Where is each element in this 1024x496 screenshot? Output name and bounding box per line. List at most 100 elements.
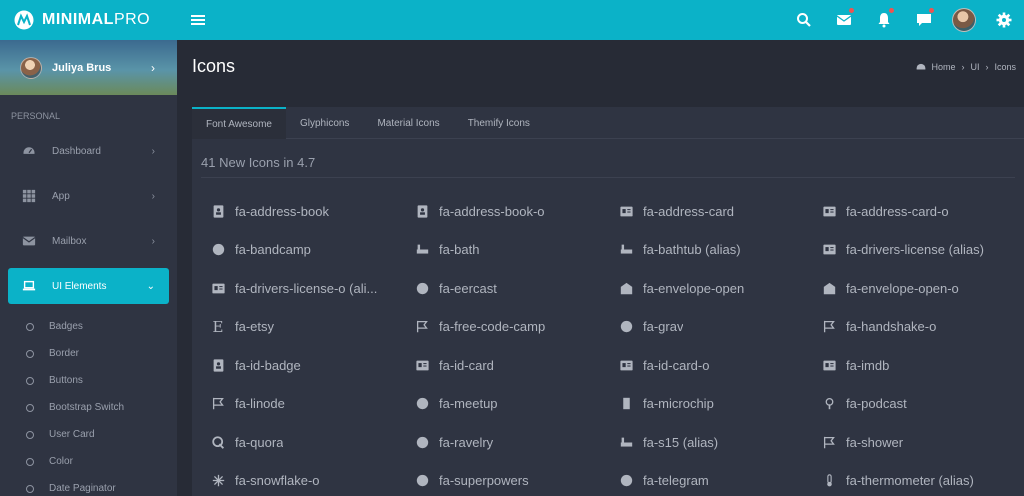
hamburger-menu-icon[interactable] [191, 15, 205, 25]
id-card-icon [415, 358, 429, 372]
etsy-icon: E [212, 317, 224, 336]
gear-icon[interactable] [984, 0, 1024, 40]
icon-item[interactable]: fa-telegram [619, 462, 822, 496]
icon-item[interactable]: Efa-etsy [211, 308, 415, 347]
sidebar-item-mailbox[interactable]: Mailbox › [8, 223, 169, 259]
laptop-icon [22, 280, 36, 291]
icon-name: fa-thermometer (alias) [846, 473, 974, 489]
breadcrumb-ui[interactable]: UI [970, 62, 979, 72]
icon-name: fa-ravelry [439, 434, 494, 450]
submenu-item-color[interactable]: Color [0, 448, 177, 475]
breadcrumb: Home › UI › Icons [916, 62, 1016, 72]
brand-name: MINIMALPRO [42, 11, 151, 28]
icon-item[interactable]: fa-handshake-o [822, 308, 1024, 347]
submenu-item-bootstrap-switch[interactable]: Bootstrap Switch [0, 394, 177, 421]
thermometer-icon [822, 474, 836, 488]
tab-content: 41 New Icons in 4.7 fa-address-book fa-ad… [192, 139, 1024, 496]
avatar [20, 56, 42, 79]
drivers-license-icon [822, 243, 836, 257]
tab-bar: Font Awesome Glyphicons Material Icons T… [192, 107, 1024, 139]
icon-name: fa-imdb [846, 357, 890, 373]
icon-name: fa-bandcamp [235, 242, 311, 258]
icon-item[interactable]: fa-microchip [619, 385, 822, 424]
icon-name: fa-bathtub (alias) [643, 242, 741, 258]
icon-name: fa-microchip [643, 396, 714, 412]
submenu-item-buttons[interactable]: Buttons [0, 367, 177, 394]
icon-item[interactable]: fa-snowflake-o [211, 462, 415, 496]
icon-item[interactable]: fa-podcast [822, 385, 1024, 424]
avatar [952, 8, 976, 32]
tab-material-icons[interactable]: Material Icons [363, 107, 453, 139]
icon-item[interactable]: fa-bathtub (alias) [619, 231, 822, 270]
icon-name: fa-envelope-open [643, 280, 745, 296]
breadcrumb-home[interactable]: Home [931, 62, 955, 72]
icon-name: fa-podcast [846, 396, 907, 412]
icon-item[interactable]: fa-id-card-o [619, 346, 822, 385]
icon-item[interactable]: fa-drivers-license (alias) [822, 231, 1024, 270]
icon-item[interactable]: fa-bandcamp [211, 231, 415, 270]
tab-themify-icons[interactable]: Themify Icons [454, 107, 544, 139]
icon-item[interactable]: fa-meetup [415, 385, 619, 424]
user-panel[interactable]: Juliya Brus › [0, 40, 177, 95]
icon-item[interactable]: fa-address-card-o [822, 192, 1024, 231]
circle-icon [26, 376, 34, 385]
icon-name: fa-meetup [439, 396, 498, 412]
tab-font-awesome[interactable]: Font Awesome [192, 107, 286, 139]
icon-item[interactable]: fa-ravelry [415, 423, 619, 462]
icon-name: fa-address-card [643, 203, 735, 219]
page-title: Icons [192, 55, 236, 76]
icon-item[interactable]: fa-bath [415, 231, 619, 270]
bell-icon[interactable] [864, 0, 904, 40]
icon-item[interactable]: fa-id-card [415, 346, 619, 385]
submenu-item-border[interactable]: Border [0, 340, 177, 367]
icon-item[interactable]: fa-shower [822, 423, 1024, 462]
top-header: MINIMALPRO [0, 0, 1024, 40]
icon-name: fa-bath [439, 242, 480, 258]
sidebar-item-app[interactable]: App › [8, 178, 169, 214]
icon-grid: fa-address-book fa-address-book-o fa-addre… [201, 178, 1015, 496]
search-icon[interactable] [784, 0, 824, 40]
icon-item[interactable]: fa-id-badge [211, 346, 415, 385]
envelope-open-o-icon [822, 281, 836, 295]
handshake-o-icon [822, 320, 836, 334]
submenu-item-date-paginator[interactable]: Date Paginator [0, 475, 177, 496]
submenu-item-user-card[interactable]: User Card [0, 421, 177, 448]
icon-item[interactable]: fa-free-code-camp [415, 308, 619, 347]
chevron-right-icon: › [151, 235, 155, 247]
icon-item[interactable]: fa-envelope-open [619, 269, 822, 308]
icon-item[interactable]: fa-quora [211, 423, 415, 462]
breadcrumb-separator: › [961, 62, 965, 72]
icon-name: fa-address-book [235, 203, 329, 219]
icon-item[interactable]: fa-grav [619, 308, 822, 347]
icon-item[interactable]: fa-envelope-open-o [822, 269, 1024, 308]
icon-item[interactable]: fa-address-card [619, 192, 822, 231]
microchip-icon [619, 397, 633, 411]
icon-item[interactable]: fa-imdb [822, 346, 1024, 385]
sidebar-item-ui-elements[interactable]: UI Elements ⌄ [8, 268, 169, 304]
icon-name: fa-id-badge [235, 357, 301, 373]
tab-glyphicons[interactable]: Glyphicons [286, 107, 363, 139]
icon-item[interactable]: fa-s15 (alias) [619, 423, 822, 462]
circle-icon [26, 349, 34, 358]
submenu-item-badges[interactable]: Badges [0, 313, 177, 340]
sidebar-submenu: Badges Border Buttons Bootstrap Switch User … [0, 313, 177, 496]
user-avatar[interactable] [944, 0, 984, 40]
icon-item[interactable]: fa-superpowers [415, 462, 619, 496]
icon-name: fa-superpowers [439, 473, 529, 489]
home-icon [917, 63, 926, 70]
icon-item[interactable]: fa-linode [211, 385, 415, 424]
icon-name: fa-handshake-o [846, 319, 937, 335]
sidebar-item-dashboard[interactable]: Dashboard › [8, 133, 169, 169]
icon-item[interactable]: fa-drivers-license-o (ali... [211, 269, 415, 308]
icon-name: fa-drivers-license (alias) [846, 242, 984, 258]
icon-item[interactable]: fa-eercast [415, 269, 619, 308]
id-card-o-icon [619, 358, 633, 372]
brand[interactable]: MINIMALPRO [0, 0, 177, 40]
mail-icon[interactable] [824, 0, 864, 40]
icon-item[interactable]: fa-address-book-o [415, 192, 619, 231]
free-code-camp-icon [415, 320, 429, 334]
chat-icon[interactable] [904, 0, 944, 40]
bath-icon [415, 243, 429, 257]
icon-item[interactable]: fa-address-book [211, 192, 415, 231]
icon-item[interactable]: fa-thermometer (alias) [822, 462, 1024, 496]
